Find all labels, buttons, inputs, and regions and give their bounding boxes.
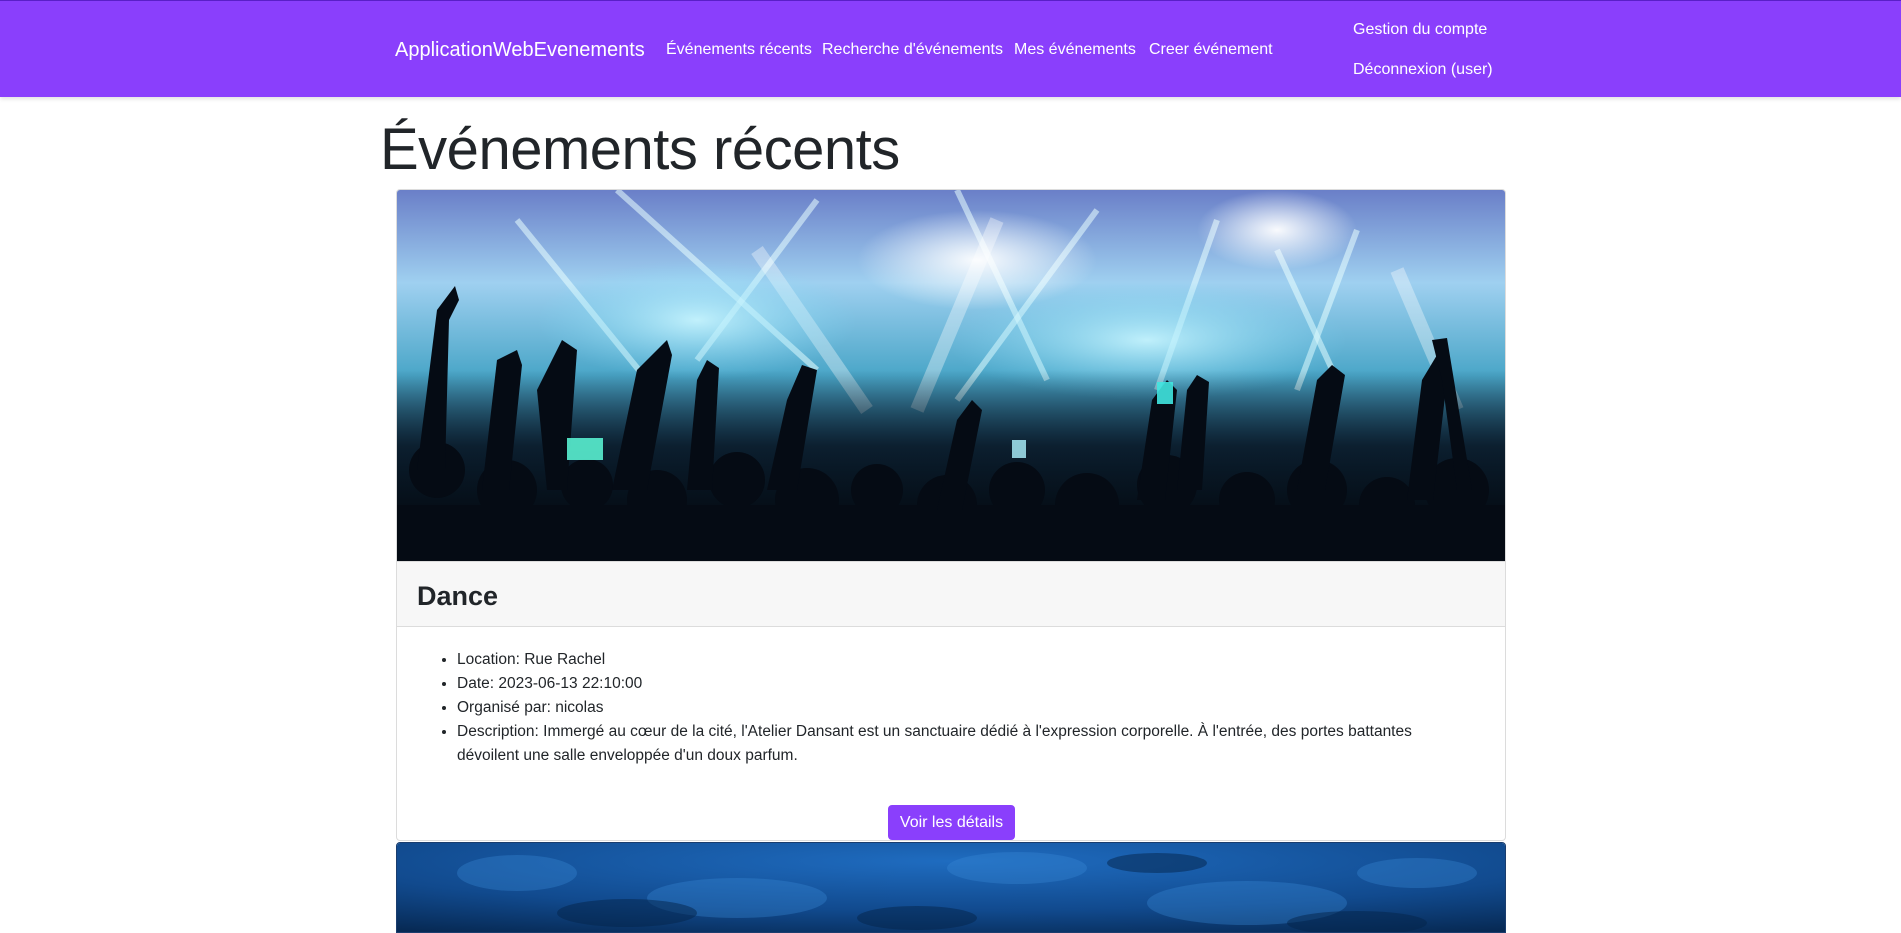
- event-image-2: [397, 843, 1505, 932]
- navbar: ApplicationWebEvenements Événements réce…: [0, 0, 1901, 97]
- event-details-list: Location: Rue Rachel Date: 2023-06-13 22…: [437, 648, 1477, 768]
- event-organizer: Organisé par: nicolas: [457, 696, 1477, 720]
- event-card-header: Dance: [397, 561, 1505, 627]
- event-title: Dance: [417, 581, 499, 611]
- view-details-button[interactable]: Voir les détails: [888, 805, 1015, 840]
- event-date: Date: 2023-06-13 22:10:00: [457, 672, 1477, 696]
- nav-link-recent-events[interactable]: Événements récents: [666, 40, 812, 60]
- event-image: [397, 190, 1505, 561]
- nav-link-create-event[interactable]: Creer événement: [1149, 40, 1273, 60]
- page-title: Événements récents: [380, 117, 900, 182]
- account-management-link[interactable]: Gestion du compte: [1353, 20, 1487, 40]
- logout-link[interactable]: Déconnexion (user): [1353, 60, 1493, 80]
- nav-link-search-events[interactable]: Recherche d'événements: [822, 40, 1003, 60]
- nav-link-my-events[interactable]: Mes événements: [1014, 40, 1136, 60]
- event-card: Dance Location: Rue Rachel Date: 2023-06…: [396, 189, 1506, 841]
- event-location: Location: Rue Rachel: [457, 648, 1477, 672]
- event-card-2: [396, 842, 1506, 933]
- event-description: Description: Immergé au cœur de la cité,…: [457, 720, 1477, 768]
- brand-link[interactable]: ApplicationWebEvenements: [395, 38, 645, 62]
